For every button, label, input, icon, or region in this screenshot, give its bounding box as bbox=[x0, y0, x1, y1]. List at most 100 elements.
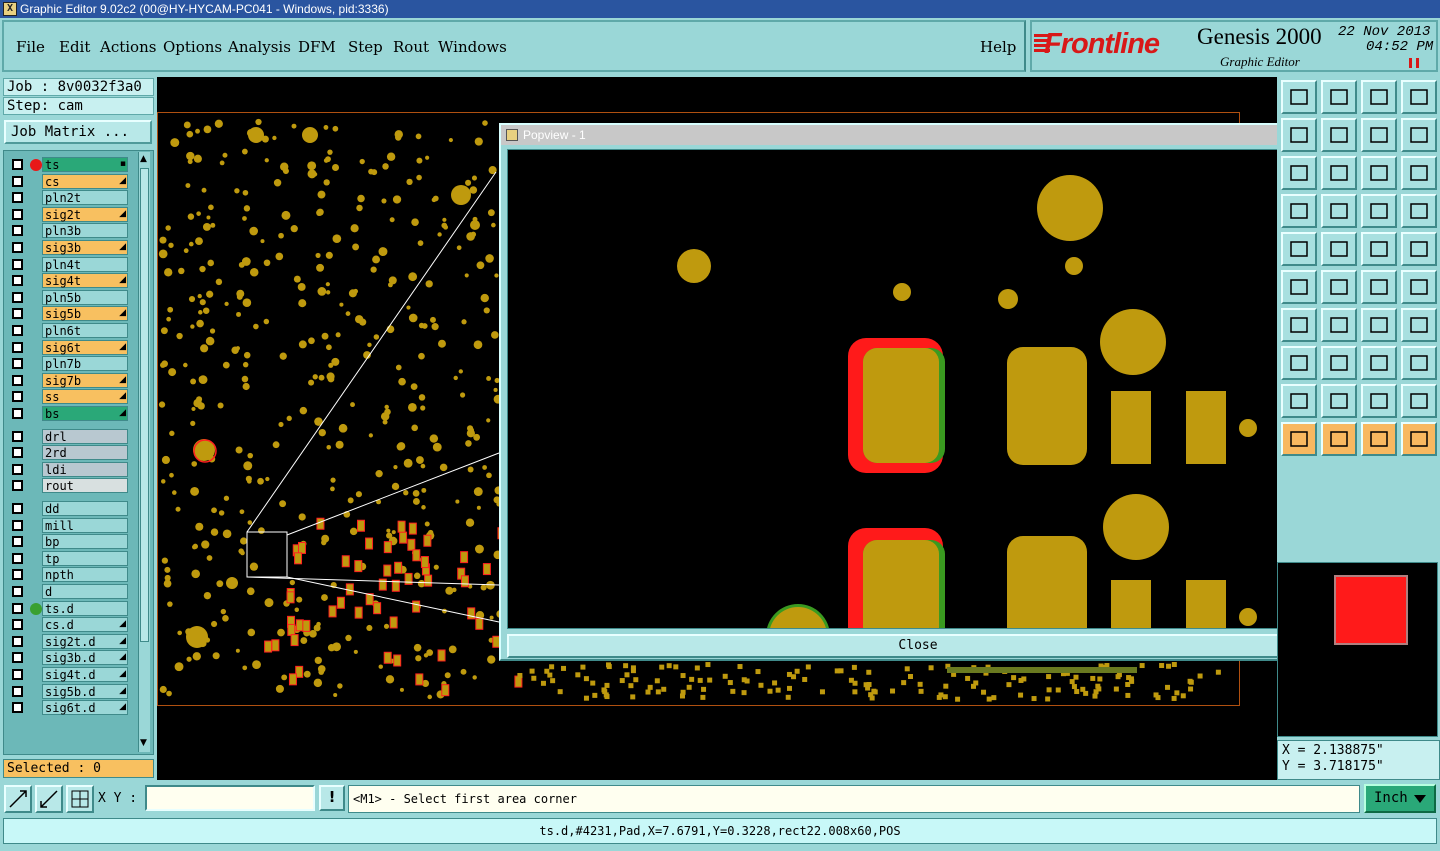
layer-checkbox[interactable] bbox=[12, 192, 23, 204]
scroll-up-icon[interactable]: ▲ bbox=[140, 154, 149, 166]
layer-checkbox[interactable] bbox=[12, 391, 23, 403]
layer-checkbox[interactable] bbox=[12, 552, 23, 564]
layer-row-cs-d[interactable]: cs.d ◢ bbox=[6, 617, 128, 633]
route-alt-icon[interactable] bbox=[1401, 422, 1437, 456]
layer-name[interactable]: ldi bbox=[42, 461, 128, 477]
layer-checkbox[interactable] bbox=[12, 652, 23, 664]
line-edit-icon[interactable] bbox=[1281, 308, 1317, 342]
menu-edit[interactable]: Edit bbox=[59, 38, 90, 56]
layer-name[interactable]: sig5b bbox=[42, 306, 128, 322]
layer-name[interactable]: rout bbox=[42, 478, 128, 494]
alert-button[interactable]: ! bbox=[319, 785, 345, 811]
layer-name[interactable]: ts bbox=[42, 157, 128, 172]
layer-row-tp[interactable]: tp bbox=[6, 550, 128, 566]
layer-name[interactable]: drl bbox=[42, 428, 128, 444]
rotate-icon[interactable] bbox=[1361, 118, 1397, 152]
layer-name[interactable]: sig3b.d bbox=[42, 650, 128, 666]
layer-name[interactable]: pln6t bbox=[42, 323, 128, 338]
layer-checkbox[interactable] bbox=[12, 308, 23, 320]
layer-name[interactable]: ts.d bbox=[42, 600, 128, 616]
layer-row-ss[interactable]: ss ◢ bbox=[6, 389, 128, 405]
layer-name[interactable]: bs bbox=[42, 406, 128, 421]
layer-checkbox[interactable] bbox=[12, 586, 23, 597]
layer-name[interactable]: sig3b bbox=[42, 240, 128, 255]
pause-icon[interactable] bbox=[1409, 58, 1419, 68]
layer-row-sig7b[interactable]: sig7b ◢ bbox=[6, 372, 128, 388]
scale-icon[interactable] bbox=[1361, 156, 1397, 190]
layer-row-pln6t[interactable]: pln6t bbox=[6, 323, 128, 338]
pad-add-icon[interactable] bbox=[1361, 270, 1397, 304]
xy-input[interactable] bbox=[145, 785, 315, 811]
layer-row-bp[interactable]: bp bbox=[6, 534, 128, 550]
layer-row-pln3b[interactable]: pln3b bbox=[6, 223, 128, 239]
drc-left-icon[interactable] bbox=[1361, 384, 1397, 418]
layer-name[interactable]: dd bbox=[42, 501, 128, 516]
redo-icon[interactable] bbox=[1321, 118, 1357, 152]
trim-icon[interactable] bbox=[1281, 346, 1317, 380]
layer-name[interactable]: pln5b bbox=[42, 289, 128, 305]
window-icon[interactable] bbox=[1401, 80, 1437, 114]
break-icon[interactable] bbox=[1401, 346, 1437, 380]
layer-name[interactable]: sig4t.d bbox=[42, 667, 128, 682]
layer-checkbox[interactable] bbox=[12, 242, 23, 253]
layer-checkbox[interactable] bbox=[12, 225, 23, 237]
grid-icon[interactable] bbox=[1281, 194, 1317, 228]
layer-row-drl[interactable]: drl bbox=[6, 428, 128, 444]
layer-name[interactable]: 2rd bbox=[42, 445, 128, 461]
layer-row-pln2t[interactable]: pln2t bbox=[6, 190, 128, 206]
layer-row-2rd[interactable]: 2rd bbox=[6, 445, 128, 461]
layer-row-rout[interactable]: rout bbox=[6, 478, 128, 494]
layer-checkbox[interactable] bbox=[12, 669, 23, 680]
layer-name[interactable]: pln3b bbox=[42, 223, 128, 239]
layer-checkbox[interactable] bbox=[12, 430, 23, 442]
snap-icon[interactable] bbox=[1281, 232, 1317, 266]
layer-name[interactable]: npth bbox=[42, 567, 128, 583]
menu-rout[interactable]: Rout bbox=[393, 38, 429, 56]
menu-windows[interactable]: Windows bbox=[438, 38, 507, 56]
color-icon[interactable] bbox=[1321, 232, 1357, 266]
layer-scrollbar[interactable]: ▲ ▼ bbox=[138, 152, 150, 752]
layer-row-d[interactable]: d bbox=[6, 584, 128, 599]
menu-dfm[interactable]: DFM bbox=[298, 38, 336, 56]
layer-checkbox[interactable] bbox=[12, 325, 23, 336]
layer-name[interactable]: sig6t bbox=[42, 339, 128, 355]
layer-row-sig6t[interactable]: sig6t ◢ bbox=[6, 339, 128, 355]
text-icon[interactable] bbox=[1401, 308, 1437, 342]
layer-name[interactable]: sig6t.d bbox=[42, 700, 128, 716]
layer-row-sig3b-d[interactable]: sig3b.d ◢ bbox=[6, 650, 128, 666]
pointer-icon[interactable] bbox=[1321, 422, 1357, 456]
layer-checkbox[interactable] bbox=[12, 702, 23, 714]
layer-checkbox[interactable] bbox=[12, 374, 23, 386]
layer-name[interactable]: bp bbox=[42, 534, 128, 550]
menu-file[interactable]: File bbox=[16, 38, 45, 56]
layer-row-ldi[interactable]: ldi bbox=[6, 461, 128, 477]
layer-name[interactable]: cs bbox=[42, 173, 128, 189]
curve-icon[interactable] bbox=[1321, 308, 1357, 342]
drc-alt-icon[interactable] bbox=[1321, 384, 1357, 418]
layer-row-pln7b[interactable]: pln7b bbox=[6, 356, 128, 372]
arc-icon[interactable] bbox=[1361, 308, 1397, 342]
layer-checkbox[interactable] bbox=[12, 463, 23, 475]
layer-checkbox[interactable] bbox=[12, 159, 23, 170]
zoom-area-icon[interactable] bbox=[4, 785, 32, 813]
layer-row-sig2t-d[interactable]: sig2t.d ◢ bbox=[6, 633, 128, 649]
select-icon[interactable] bbox=[1281, 422, 1317, 456]
menu-step[interactable]: Step bbox=[348, 38, 383, 56]
layer-row-sig3b[interactable]: sig3b ◢ bbox=[6, 240, 128, 255]
drc-right-icon[interactable] bbox=[1401, 384, 1437, 418]
layer-checkbox[interactable] bbox=[12, 602, 23, 614]
net-select-icon[interactable] bbox=[1361, 194, 1397, 228]
move-icon[interactable] bbox=[1321, 156, 1357, 190]
resize-icon[interactable] bbox=[1361, 346, 1397, 380]
layer-row-pln4t[interactable]: pln4t bbox=[6, 256, 128, 272]
layer-checkbox[interactable] bbox=[12, 341, 23, 353]
layer-row-mill[interactable]: mill bbox=[6, 517, 128, 533]
scissor-icon[interactable] bbox=[1281, 270, 1317, 304]
route-icon[interactable] bbox=[1361, 422, 1397, 456]
layer-row-npth[interactable]: npth bbox=[6, 567, 128, 583]
layer-name[interactable]: cs.d bbox=[42, 617, 128, 633]
layer-row-cs[interactable]: cs ◢ bbox=[6, 173, 128, 189]
layer-row-dd[interactable]: dd bbox=[6, 501, 128, 516]
measure-icon[interactable] bbox=[35, 785, 63, 813]
layer-name[interactable]: tp bbox=[42, 550, 128, 566]
